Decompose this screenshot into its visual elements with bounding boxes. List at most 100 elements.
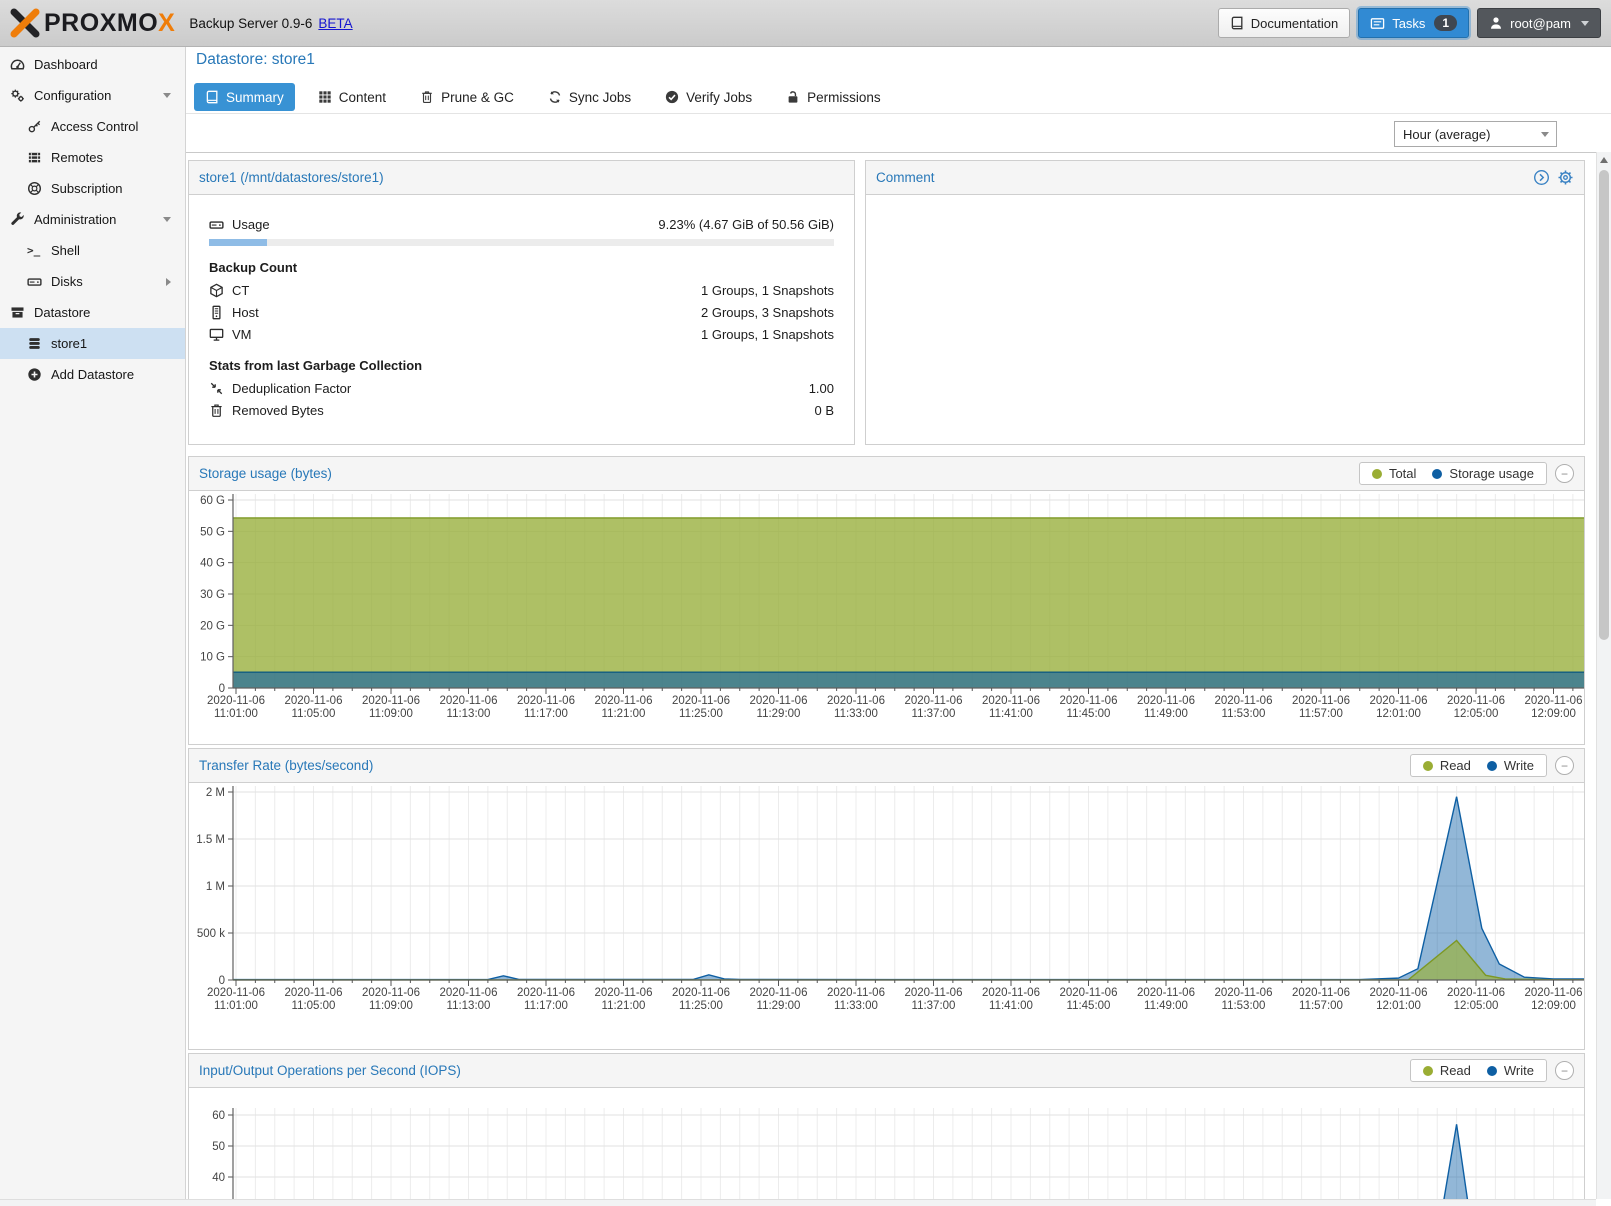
sidebar-item-administration[interactable]: Administration xyxy=(0,204,185,235)
proxmox-logo: PROXMOX xyxy=(10,8,175,38)
usage-progress-fill xyxy=(209,239,267,246)
comment-panel: Comment xyxy=(865,160,1585,445)
host-row: Host 2 Groups, 3 Snapshots xyxy=(209,303,834,322)
sidebar-item-store1[interactable]: store1 xyxy=(0,328,185,359)
compress-arrows-icon xyxy=(209,381,224,396)
iops-header: Input/Output Operations per Second (IOPS… xyxy=(189,1054,1584,1088)
svg-text:11:29:00: 11:29:00 xyxy=(757,708,801,720)
chevron-down-icon xyxy=(163,217,171,222)
svg-text:2020-11-06: 2020-11-06 xyxy=(672,695,730,707)
chevron-circle-right-icon[interactable] xyxy=(1533,169,1550,186)
horizontal-scrollbar[interactable] xyxy=(0,1199,1596,1206)
svg-text:11:49:00: 11:49:00 xyxy=(1144,1000,1188,1012)
page-title: Datastore: store1 xyxy=(196,51,315,69)
beta-link[interactable]: BETA xyxy=(318,16,352,31)
collapse-icon[interactable] xyxy=(1555,756,1574,775)
sidebar-item-disks[interactable]: Disks xyxy=(0,266,185,297)
legend-item-storage-usage[interactable]: Storage usage xyxy=(1432,466,1534,481)
svg-text:11:21:00: 11:21:00 xyxy=(602,1000,646,1012)
terminal-icon: >_ xyxy=(27,244,43,257)
svg-text:11:13:00: 11:13:00 xyxy=(447,1000,491,1012)
legend-item-total[interactable]: Total xyxy=(1372,466,1416,481)
tab-permissions[interactable]: Permissions xyxy=(775,83,892,111)
collapse-icon[interactable] xyxy=(1555,464,1574,483)
svg-text:11:09:00: 11:09:00 xyxy=(369,1000,413,1012)
svg-text:12:01:00: 12:01:00 xyxy=(1376,1000,1421,1012)
svg-text:2020-11-06: 2020-11-06 xyxy=(1215,695,1273,707)
user-menu-button[interactable]: root@pam xyxy=(1477,8,1601,38)
cube-icon xyxy=(209,283,224,298)
sidebar-item-configuration[interactable]: Configuration xyxy=(0,80,185,111)
chevron-down-icon xyxy=(163,93,171,98)
hdd-icon xyxy=(209,217,224,232)
read-legend-dot xyxy=(1423,761,1433,771)
key-icon xyxy=(27,119,43,134)
documentation-button[interactable]: Documentation xyxy=(1218,8,1350,38)
svg-text:12:01:00: 12:01:00 xyxy=(1376,708,1421,720)
sidebar-item-dashboard[interactable]: Dashboard xyxy=(0,49,185,80)
storage-usage-legend-dot xyxy=(1432,469,1442,479)
tasks-button[interactable]: Tasks 1 xyxy=(1358,8,1469,38)
transfer-rate-title: Transfer Rate (bytes/second) xyxy=(199,758,373,773)
svg-text:11:45:00: 11:45:00 xyxy=(1067,708,1111,720)
sidebar-item-shell[interactable]: >_ Shell xyxy=(0,235,185,266)
svg-text:2020-11-06: 2020-11-06 xyxy=(1525,695,1583,707)
svg-text:2020-11-06: 2020-11-06 xyxy=(982,695,1040,707)
vertical-scrollbar[interactable] xyxy=(1596,152,1611,1199)
sidebar-item-remotes[interactable]: Remotes xyxy=(0,142,185,173)
archive-box-icon xyxy=(10,305,26,320)
sidebar-item-subscription[interactable]: Subscription xyxy=(0,173,185,204)
chevron-down-icon xyxy=(1581,21,1589,26)
vertical-scrollbar-thumb[interactable] xyxy=(1599,170,1609,640)
removed-bytes-row: Removed Bytes 0 B xyxy=(209,401,834,420)
svg-text:40: 40 xyxy=(212,1172,225,1184)
gear-icon[interactable] xyxy=(1557,169,1574,186)
legend-item-write[interactable]: Write xyxy=(1487,758,1534,773)
legend-item-write[interactable]: Write xyxy=(1487,1063,1534,1078)
proxmox-logo-mark-icon xyxy=(10,8,40,38)
svg-text:60: 60 xyxy=(212,1110,225,1122)
sync-icon xyxy=(548,90,562,104)
tab-verify-jobs[interactable]: Verify Jobs xyxy=(654,83,763,111)
tachometer-icon xyxy=(10,57,26,72)
comment-panel-title: Comment xyxy=(876,170,935,185)
tab-bar: Summary Content Prune & GC Sync Jobs Ver… xyxy=(194,83,892,111)
svg-text:2020-11-06: 2020-11-06 xyxy=(1215,987,1273,999)
book-icon xyxy=(1230,16,1244,30)
svg-text:2020-11-06: 2020-11-06 xyxy=(595,987,653,999)
legend-item-read[interactable]: Read xyxy=(1423,1063,1471,1078)
grid-icon xyxy=(318,90,332,104)
vm-row: VM 1 Groups, 1 Snapshots xyxy=(209,325,834,344)
transfer-rate-legend: Read Write xyxy=(1410,754,1547,777)
svg-text:2020-11-06: 2020-11-06 xyxy=(1060,695,1118,707)
tab-content[interactable]: Content xyxy=(307,83,397,111)
iops-legend: Read Write xyxy=(1410,1059,1547,1082)
svg-text:11:25:00: 11:25:00 xyxy=(679,1000,723,1012)
tab-prune-gc[interactable]: Prune & GC xyxy=(409,83,525,111)
store1-panel-header: store1 (/mnt/datastores/store1) xyxy=(189,161,854,195)
svg-text:2020-11-06: 2020-11-06 xyxy=(1292,695,1350,707)
svg-text:12:09:00: 12:09:00 xyxy=(1531,708,1576,720)
time-range-select[interactable]: Hour (average) xyxy=(1394,121,1557,147)
logo-word: PROXMOX xyxy=(44,9,175,38)
collapse-icon[interactable] xyxy=(1555,1061,1574,1080)
server-tower-icon xyxy=(209,305,224,320)
tab-summary[interactable]: Summary xyxy=(194,83,295,111)
scroll-up-arrow-icon[interactable] xyxy=(1600,157,1608,163)
svg-text:11:53:00: 11:53:00 xyxy=(1222,1000,1266,1012)
sidebar-item-add-datastore[interactable]: Add Datastore xyxy=(0,359,185,390)
total-legend-dot xyxy=(1372,469,1382,479)
tabbar-divider xyxy=(186,113,1611,114)
svg-text:60 G: 60 G xyxy=(200,495,225,507)
transfer-rate-panel: Transfer Rate (bytes/second) Read Write … xyxy=(188,748,1585,1050)
legend-item-read[interactable]: Read xyxy=(1423,758,1471,773)
svg-text:2 M: 2 M xyxy=(206,787,225,799)
sidebar-item-datastore[interactable]: Datastore xyxy=(0,297,185,328)
sidebar-item-access-control[interactable]: Access Control xyxy=(0,111,185,142)
read-legend-dot xyxy=(1423,1066,1433,1076)
tab-sync-jobs[interactable]: Sync Jobs xyxy=(537,83,642,111)
svg-text:1 M: 1 M xyxy=(206,881,225,893)
svg-text:2020-11-06: 2020-11-06 xyxy=(362,987,420,999)
store1-panel-body: Usage 9.23% (4.67 GiB of 50.56 GiB) Back… xyxy=(189,195,854,420)
comment-panel-body[interactable] xyxy=(866,195,1584,444)
